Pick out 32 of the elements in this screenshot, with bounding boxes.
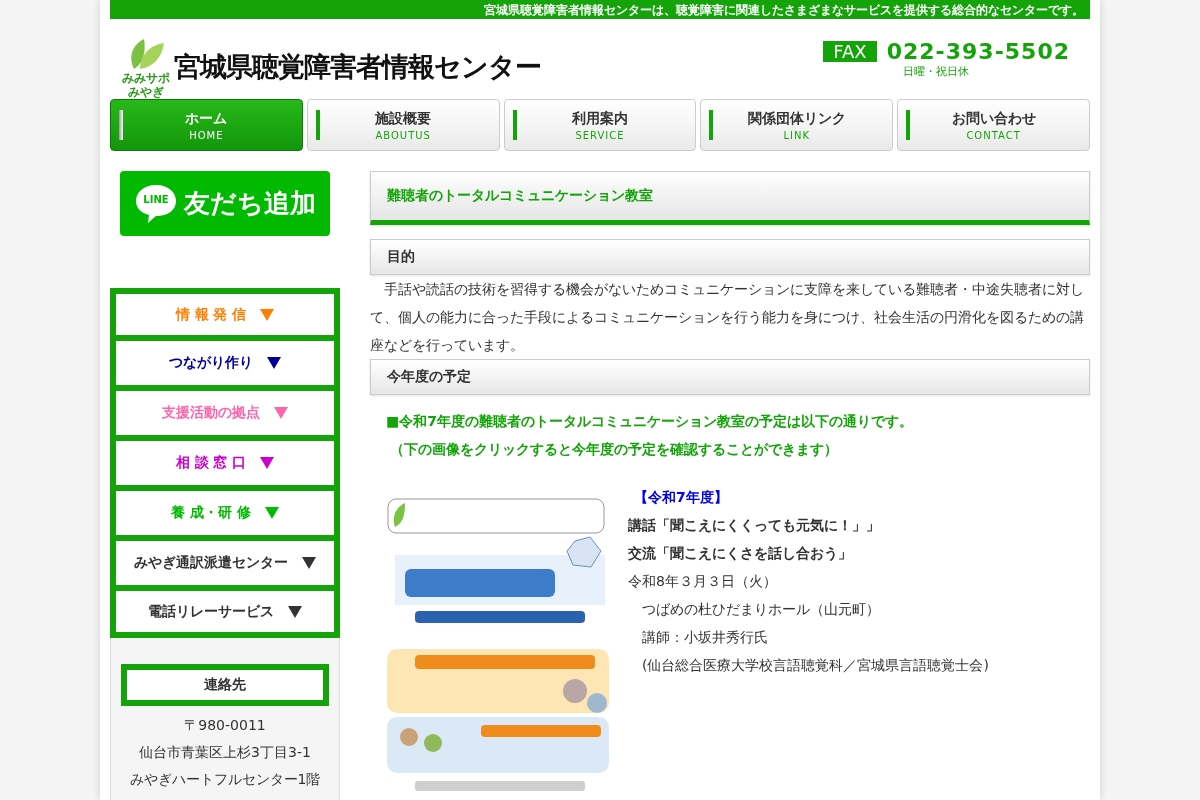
side-menu-item[interactable]: 電話リレーサービス xyxy=(110,588,340,638)
notice-text: ■令和7年度の難聴者のトータルコミュニケーション教室の予定は以下の通りです。 xyxy=(386,412,914,431)
schedule-detail: つばめの杜ひだまりホール（山元町） xyxy=(641,600,881,619)
schedule-detail: (仙台総合医療大学校言語聴覚科／宮城県言語聴覚士会) xyxy=(641,656,989,675)
side-menu-item[interactable]: つながり作り xyxy=(110,338,340,388)
nav-tab[interactable]: お問い合わせ CONTACT xyxy=(897,99,1090,151)
tagline: 宮城県聴覚障害者情報センターは、聴覚障害に関連したさまざまなサービスを提供する総合的なセンターです。 xyxy=(484,1,1084,18)
site-title[interactable]: 宮城県聴覚障害者情報センター xyxy=(174,49,541,99)
nav-tab[interactable]: 施設概要 ABOUTUS xyxy=(306,99,500,151)
address-line: みやぎハートフルセンター1階 xyxy=(129,770,321,789)
fax-number: 022-393-5502 xyxy=(886,39,1070,64)
notice-text: （下の画像をクリックすると今年度の予定を確認することができます） xyxy=(389,440,839,459)
section-heading: 今年度の予定 xyxy=(370,359,1090,395)
side-menu-item[interactable]: 相 談 窓 口 xyxy=(110,438,340,488)
fax-note: 日曜・祝日休 xyxy=(903,64,970,79)
line-logo: LINE xyxy=(134,182,178,225)
contact-heading: 連絡先 xyxy=(121,664,329,706)
paragraph: 手話や読話の技術を習得する機会がないためコミュニケーションに支障を来している難聴者・中途失聴者に対して、個人の能力に合った手段によるコミュニケーションを行う能力を身につけ、社会生活の円滑化を図るための講座などを行っています。 xyxy=(370,280,1085,355)
schedule-detail: 講話「聞こえにくくっても元気に！」」 xyxy=(628,516,881,535)
schedule-detail: 交流「聞こえにくさを話し合おう」 xyxy=(628,544,853,563)
nav-tab[interactable]: 利用案内 SERVICE xyxy=(503,99,697,151)
fax-label: FAX xyxy=(823,41,877,62)
schedule-detail: 講師：小坂井秀行氏 xyxy=(641,628,769,647)
logo-caption: みみサポ みやぎ xyxy=(122,71,170,99)
address-line: 仙台市青葉区上杉3丁目3-1 xyxy=(139,743,311,762)
side-menu-item[interactable]: みやぎ通訳派遣センター xyxy=(110,538,340,588)
schedule-detail: 令和8年３月３日（火） xyxy=(628,572,778,591)
address-line: 〒980-0011 xyxy=(184,716,266,735)
nav-tab[interactable]: 関係団体リンク LINK xyxy=(700,99,894,151)
page-title: 難聴者のトータルコミュニケーション教室 xyxy=(370,171,1090,225)
section-heading: 目的 xyxy=(370,239,1090,275)
schedule-detail: 【令和7年度】 xyxy=(633,488,729,507)
